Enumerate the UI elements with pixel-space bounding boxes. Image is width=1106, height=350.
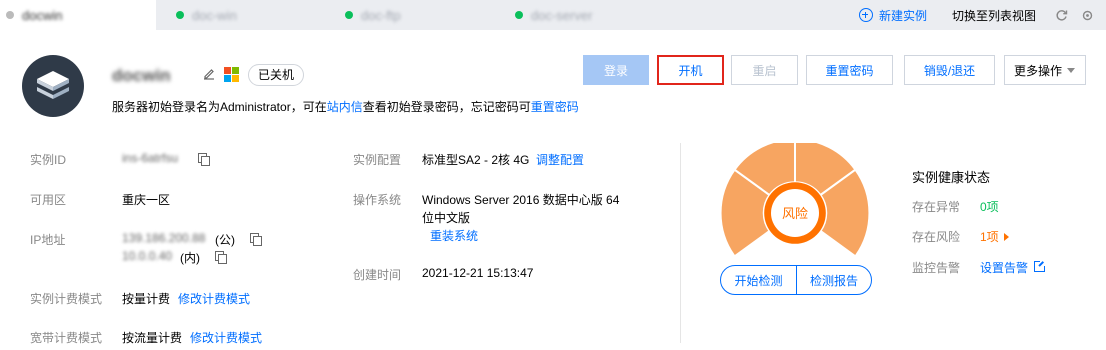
- divider: [680, 143, 681, 343]
- set-alarm-link[interactable]: 设置告警: [980, 259, 1028, 276]
- new-instance-label: 新建实例: [878, 8, 927, 23]
- abnormal-value[interactable]: 0项: [980, 198, 999, 215]
- billing-mode-value: 按量计费: [122, 292, 171, 306]
- status-dot-icon: [6, 11, 14, 19]
- instance-avatar: [22, 55, 84, 117]
- instance-id-value: ins-6atrfsu: [122, 151, 179, 165]
- os-label: 操作系统: [353, 193, 402, 207]
- instance-tab-bar: docwin doc-win doc-ftp doc-server 新建实例 切…: [0, 0, 1106, 30]
- zone-value: 重庆一区: [122, 193, 171, 207]
- start-check-button[interactable]: 开始检测: [720, 265, 797, 295]
- restart-button[interactable]: 重启: [731, 55, 798, 85]
- public-ip-tag: (公): [215, 233, 235, 247]
- caret-down-icon: [1067, 68, 1075, 73]
- ip-label: IP地址: [30, 233, 66, 247]
- tab-doc-win[interactable]: doc-win: [176, 0, 237, 30]
- plus-circle-icon: [858, 8, 873, 22]
- refresh-icon[interactable]: [1054, 8, 1068, 22]
- risk-value: 1项: [980, 230, 999, 244]
- more-actions-dropdown[interactable]: 更多操作: [1004, 55, 1086, 85]
- tab-label: doc-server: [531, 7, 593, 23]
- created-time-label: 创建时间: [353, 268, 402, 282]
- caret-right-icon: [1003, 233, 1009, 241]
- destroy-button[interactable]: 销毁/退还: [904, 55, 995, 85]
- status-dot-icon: [345, 11, 353, 19]
- status-badge: 已关机: [248, 64, 305, 86]
- os-value: Windows Server 2016 数据中心版 64: [422, 193, 620, 207]
- modify-billing-link[interactable]: 修改计费模式: [178, 290, 250, 307]
- created-time-value: 2021-12-21 15:13:47: [422, 266, 534, 280]
- copy-icon[interactable]: [250, 233, 262, 246]
- config-value: 标准型SA2 - 2核 4G: [422, 153, 530, 167]
- instance-name: docwin: [112, 66, 171, 85]
- message-center-link[interactable]: 站内信: [327, 100, 363, 114]
- risk-value-link[interactable]: 1项: [980, 228, 1009, 245]
- tab-label: docwin: [22, 7, 63, 23]
- login-button[interactable]: 登录: [583, 55, 649, 85]
- health-title: 实例健康状态: [912, 170, 991, 185]
- tip-text: 查看初始登录密码，忘记密码可: [362, 100, 531, 114]
- tip-text: 服务器初始登录名为Administrator，可在: [112, 100, 327, 114]
- external-link-icon[interactable]: [1034, 260, 1046, 272]
- health-gauge: 风险: [720, 143, 870, 258]
- server-icon: [37, 71, 69, 99]
- public-ip-value: 139.186.200.88: [122, 231, 206, 245]
- settings-icon[interactable]: [1080, 8, 1094, 22]
- os-value-line2: 位中文版: [422, 211, 471, 225]
- private-ip-tag: (内): [180, 251, 200, 265]
- tab-doc-server[interactable]: doc-server: [515, 0, 592, 30]
- risk-label: 存在风险: [912, 230, 961, 244]
- login-tip: 服务器初始登录名为Administrator，可在站内信查看初始登录密码，忘记密…: [112, 98, 579, 115]
- copy-icon[interactable]: [215, 251, 227, 264]
- abnormal-label: 存在异常: [912, 200, 961, 214]
- alarm-label: 监控告警: [912, 261, 961, 275]
- instance-id-label: 实例ID: [30, 153, 67, 167]
- billing-mode-label: 实例计费模式: [30, 292, 103, 306]
- tab-doc-ftp[interactable]: doc-ftp: [345, 0, 401, 30]
- reset-password-link[interactable]: 重置密码: [531, 100, 579, 114]
- copy-icon[interactable]: [198, 153, 210, 166]
- check-report-button[interactable]: 检测报告: [796, 265, 872, 295]
- tab-label: doc-win: [192, 7, 237, 23]
- more-actions-label: 更多操作: [1014, 63, 1063, 78]
- tab-actions: 新建实例 切换至列表视图: [858, 0, 1106, 30]
- reinstall-os-link[interactable]: 重装系统: [430, 227, 478, 244]
- edit-icon[interactable]: [202, 67, 216, 81]
- power-on-button[interactable]: 开机: [657, 55, 724, 85]
- gauge-label: 风险: [782, 206, 808, 221]
- windows-icon: [224, 67, 239, 82]
- modify-bandwidth-billing-link[interactable]: 修改计费模式: [190, 329, 262, 346]
- status-dot-icon: [176, 11, 184, 19]
- status-dot-icon: [515, 11, 523, 19]
- zone-label: 可用区: [30, 193, 67, 207]
- private-ip-value: 10.0.0.40: [122, 249, 173, 263]
- tab-docwin[interactable]: docwin: [0, 0, 156, 30]
- switch-list-view-button[interactable]: 切换至列表视图: [952, 7, 1036, 24]
- bandwidth-billing-value: 按流量计费: [122, 331, 183, 345]
- new-instance-button[interactable]: 新建实例: [858, 7, 927, 24]
- config-label: 实例配置: [353, 153, 402, 167]
- bandwidth-billing-label: 宽带计费模式: [30, 331, 103, 345]
- reset-password-button[interactable]: 重置密码: [806, 55, 893, 85]
- adjust-config-link[interactable]: 调整配置: [536, 151, 584, 168]
- tab-label: doc-ftp: [361, 7, 401, 23]
